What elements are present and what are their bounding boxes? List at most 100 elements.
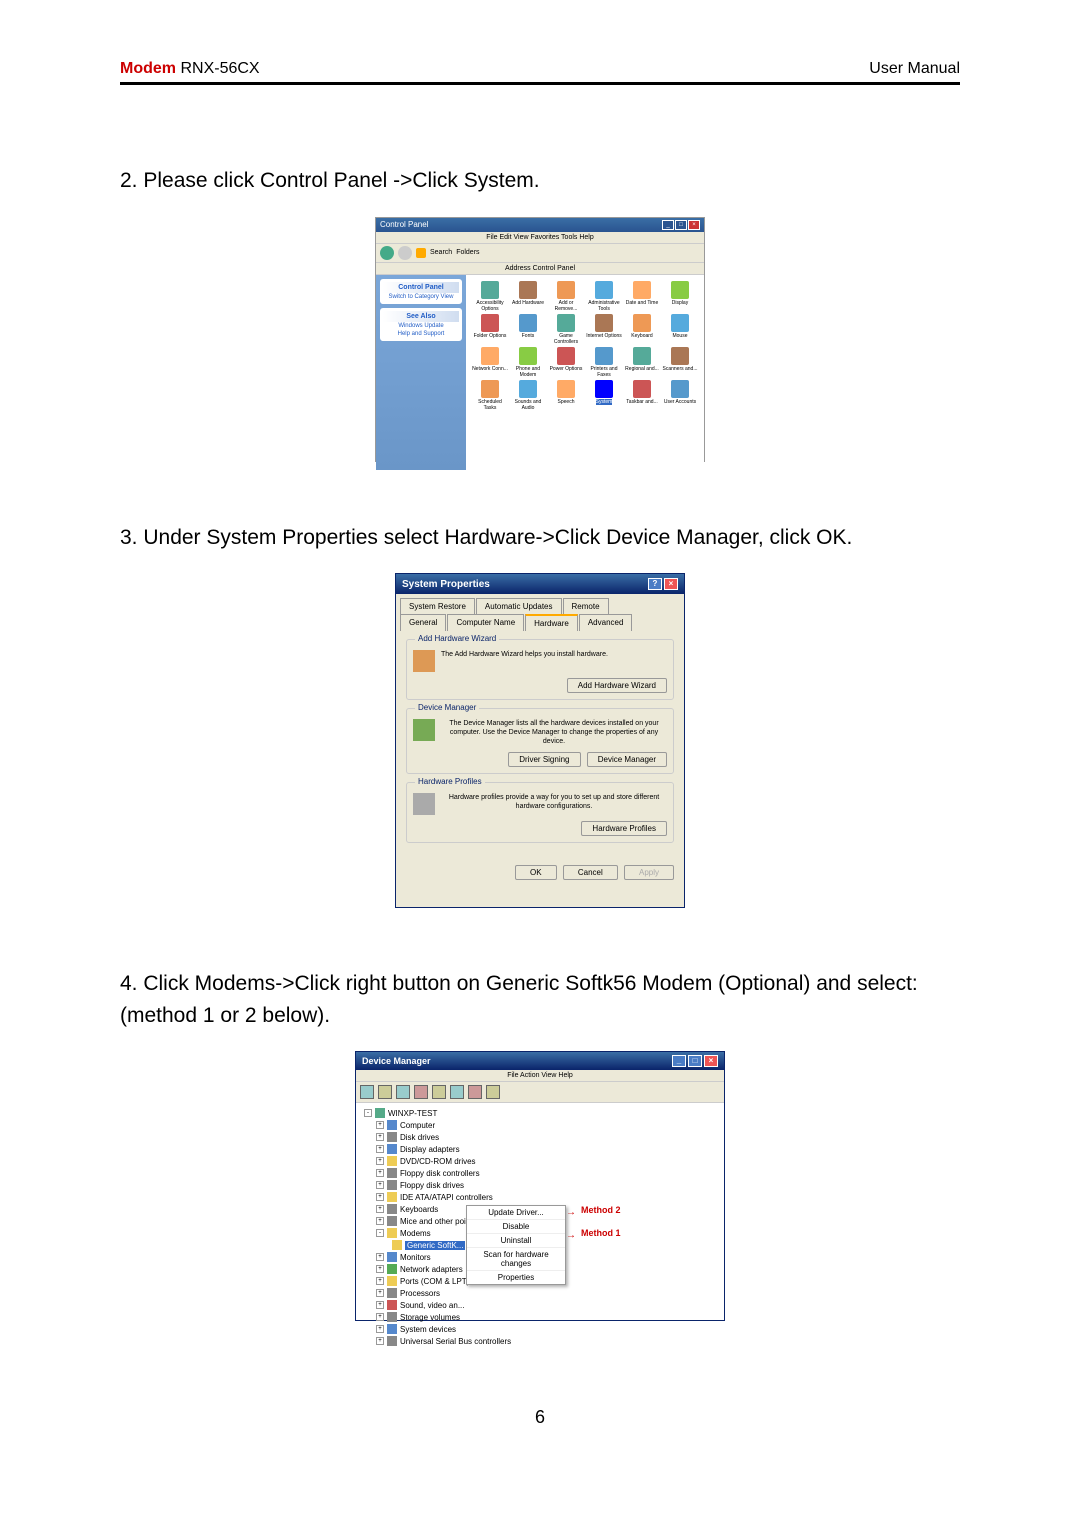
tree-item[interactable]: +Floppy disk drives [364, 1179, 716, 1191]
tree-item[interactable]: +System devices [364, 1323, 716, 1335]
minimize-button[interactable]: _ [662, 220, 674, 230]
up-icon[interactable] [416, 248, 426, 258]
hardware-profiles-button[interactable]: Hardware Profiles [581, 821, 667, 836]
cp-icon-item[interactable]: Internet Options [586, 314, 622, 345]
tool-icon[interactable] [378, 1085, 392, 1099]
expand-icon[interactable]: + [376, 1169, 384, 1177]
close-button[interactable]: × [704, 1055, 718, 1067]
cp-menubar[interactable]: File Edit View Favorites Tools Help [376, 232, 704, 244]
cp-icon-item[interactable]: Network Conn... [472, 347, 508, 378]
cp-icon-item[interactable]: Mouse [662, 314, 698, 345]
tab-remote[interactable]: Remote [563, 598, 609, 614]
tree-item[interactable]: +DVD/CD-ROM drives [364, 1155, 716, 1167]
search-label[interactable]: Search [430, 249, 452, 256]
cp-icon-item[interactable]: Power Options [548, 347, 584, 378]
expand-icon[interactable]: + [376, 1325, 384, 1333]
cp-icon-item[interactable]: Scheduled Tasks [472, 380, 508, 411]
tab-hardware[interactable]: Hardware [525, 614, 578, 631]
cp-icon-item[interactable]: Speech [548, 380, 584, 411]
forward-icon[interactable] [398, 246, 412, 260]
tree-item[interactable]: +IDE ATA/ATAPI controllers [364, 1191, 716, 1203]
cp-icon-item[interactable]: Date and Time [624, 281, 660, 312]
ok-button[interactable]: OK [515, 865, 557, 880]
maximize-button[interactable]: □ [688, 1055, 702, 1067]
context-disable[interactable]: Disable [467, 1220, 565, 1234]
expand-icon[interactable]: + [376, 1121, 384, 1129]
folders-label[interactable]: Folders [456, 249, 479, 256]
cp-sidebar-switch[interactable]: Switch to Category View [383, 293, 459, 301]
expand-icon[interactable]: + [376, 1337, 384, 1345]
cp-icon-item[interactable]: Add Hardware [510, 281, 546, 312]
tree-root[interactable]: -WINXP-TEST [364, 1107, 716, 1119]
cp-icon-item[interactable]: Add or Remove... [548, 281, 584, 312]
expand-icon[interactable]: + [376, 1313, 384, 1321]
device-manager-button[interactable]: Device Manager [587, 752, 667, 767]
cp-icon-item[interactable]: Sounds and Audio [510, 380, 546, 411]
close-button[interactable]: × [688, 220, 700, 230]
driver-signing-button[interactable]: Driver Signing [508, 752, 580, 767]
cp-icon-item[interactable]: Keyboard [624, 314, 660, 345]
cp-icon-item[interactable]: System [586, 380, 622, 411]
tool-icon[interactable] [486, 1085, 500, 1099]
cp-sidebar-update[interactable]: Windows Update [383, 322, 459, 330]
help-button[interactable]: ? [648, 578, 662, 590]
cp-icon-item[interactable]: Regional and... [624, 347, 660, 378]
tab-computer-name[interactable]: Computer Name [447, 614, 524, 631]
cp-icon-item[interactable]: Fonts [510, 314, 546, 345]
tool-icon[interactable] [468, 1085, 482, 1099]
tool-icon[interactable] [396, 1085, 410, 1099]
back-icon[interactable] [380, 246, 394, 260]
tree-item[interactable]: +Sound, video an... [364, 1299, 716, 1311]
tree-item[interactable]: +Computer [364, 1119, 716, 1131]
expand-icon[interactable]: + [376, 1133, 384, 1141]
cp-icon-item[interactable]: Game Controllers [548, 314, 584, 345]
expand-icon[interactable]: + [376, 1157, 384, 1165]
cp-icon-item[interactable]: User Accounts [662, 380, 698, 411]
cp-icon-item[interactable]: Accessibility Options [472, 281, 508, 312]
context-properties[interactable]: Properties [467, 1271, 565, 1284]
tree-item[interactable]: +Display adapters [364, 1143, 716, 1155]
cp-icon-item[interactable]: Printers and Faxes [586, 347, 622, 378]
expand-icon[interactable]: + [376, 1217, 384, 1225]
cp-icon-item[interactable]: Taskbar and... [624, 380, 660, 411]
dm-menubar[interactable]: File Action View Help [356, 1070, 724, 1082]
tree-item[interactable]: +Processors [364, 1287, 716, 1299]
address-value[interactable]: Control Panel [533, 265, 575, 272]
expand-icon[interactable]: + [376, 1181, 384, 1189]
cp-icon-item[interactable]: Administrative Tools [586, 281, 622, 312]
context-update-driver[interactable]: Update Driver... [467, 1206, 565, 1220]
expand-icon[interactable]: + [376, 1145, 384, 1153]
tab-auto-updates[interactable]: Automatic Updates [476, 598, 562, 614]
tree-item[interactable]: +Universal Serial Bus controllers [364, 1335, 716, 1347]
expand-icon[interactable]: + [376, 1253, 384, 1261]
tab-system-restore[interactable]: System Restore [400, 598, 475, 614]
expand-icon[interactable]: + [376, 1301, 384, 1309]
close-button[interactable]: × [664, 578, 678, 590]
cp-icon-item[interactable]: Phone and Modem [510, 347, 546, 378]
cancel-button[interactable]: Cancel [563, 865, 618, 880]
context-scan[interactable]: Scan for hardware changes [467, 1248, 565, 1271]
add-hardware-wizard-button[interactable]: Add Hardware Wizard [567, 678, 667, 693]
context-uninstall[interactable]: Uninstall [467, 1234, 565, 1248]
tree-item[interactable]: +Storage volumes [364, 1311, 716, 1323]
cp-icon-item[interactable]: Folder Options [472, 314, 508, 345]
tool-icon[interactable] [360, 1085, 374, 1099]
cp-icon-item[interactable]: Scanners and... [662, 347, 698, 378]
tool-icon[interactable] [450, 1085, 464, 1099]
expand-icon[interactable]: - [364, 1109, 372, 1117]
tree-item[interactable]: +Disk drives [364, 1131, 716, 1143]
tab-general[interactable]: General [400, 614, 446, 631]
expand-icon[interactable]: + [376, 1277, 384, 1285]
expand-icon[interactable]: + [376, 1193, 384, 1201]
cp-icon-item[interactable]: Display [662, 281, 698, 312]
expand-icon[interactable]: + [376, 1265, 384, 1273]
expand-icon[interactable]: + [376, 1289, 384, 1297]
expand-icon[interactable]: + [376, 1205, 384, 1213]
expand-icon[interactable]: - [376, 1229, 384, 1237]
tool-icon[interactable] [432, 1085, 446, 1099]
maximize-button[interactable]: □ [675, 220, 687, 230]
tab-advanced[interactable]: Advanced [579, 614, 633, 631]
minimize-button[interactable]: _ [672, 1055, 686, 1067]
cp-sidebar-help[interactable]: Help and Support [383, 330, 459, 338]
tree-item[interactable]: +Floppy disk controllers [364, 1167, 716, 1179]
